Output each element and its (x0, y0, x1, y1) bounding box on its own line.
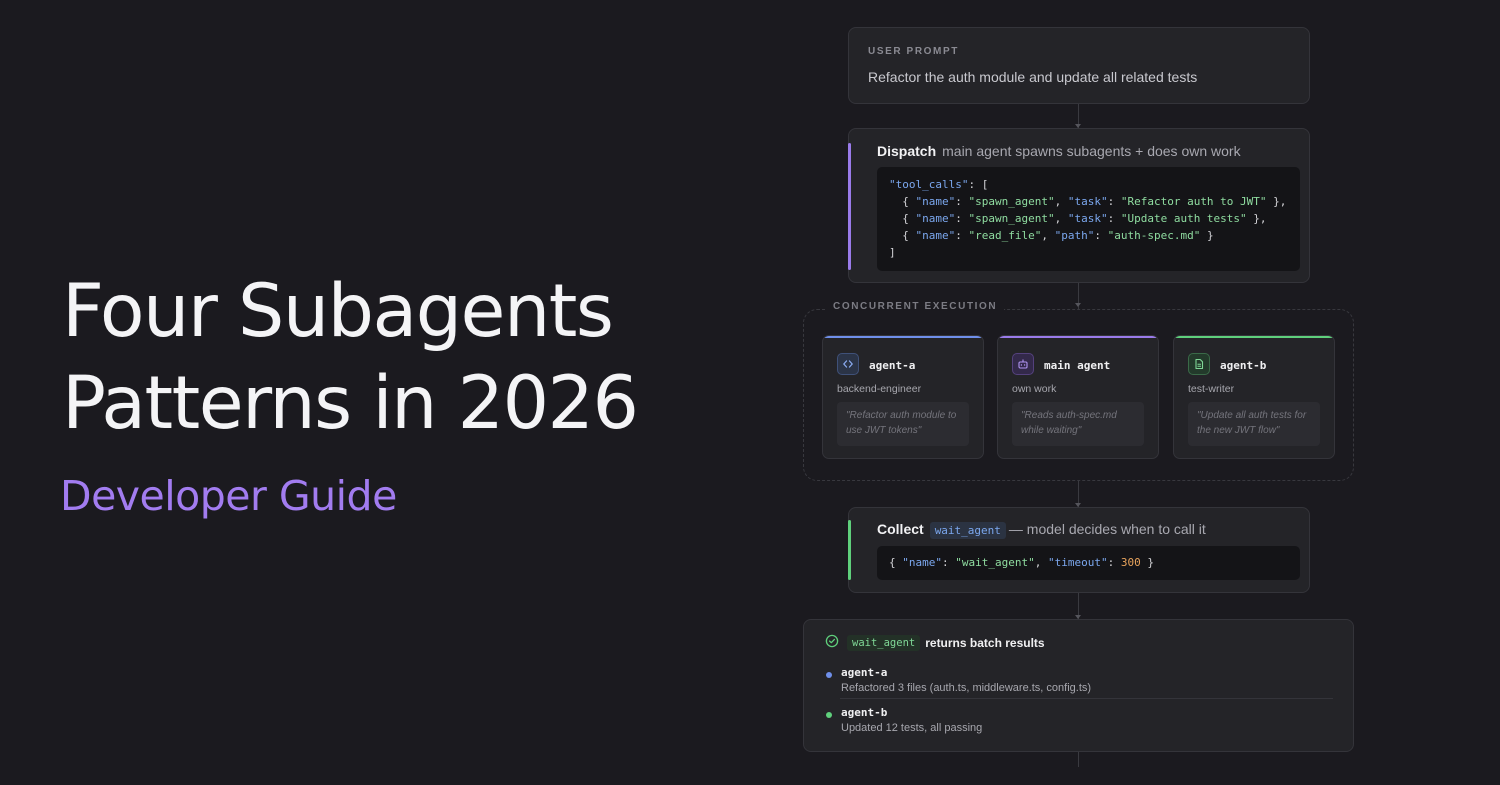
results-card: wait_agent returns batch results agent-a… (803, 619, 1354, 752)
user-prompt-card: USER PROMPT Refactor the auth module and… (848, 27, 1310, 104)
agent-task: "Refactor auth module to use JWT tokens" (837, 402, 969, 446)
agent-name: agent-b (1220, 359, 1267, 372)
status-dot-icon (826, 712, 832, 718)
results-header: wait_agent returns batch results (825, 634, 1045, 651)
dispatch-code-block: "tool_calls": [ { "name": "spawn_agent",… (877, 167, 1300, 271)
code-icon (837, 353, 859, 375)
collect-description: — model decides when to call it (1008, 521, 1206, 537)
agent-name: main agent (1044, 359, 1111, 372)
collect-header: Collect wait_agent — model decides when to… (877, 521, 1206, 539)
result-agent-name: agent-b (841, 706, 888, 719)
dispatch-card: Dispatch main agent spawns subagents + do… (848, 128, 1310, 283)
concurrent-execution-label: CONCURRENT EXECUTION (826, 301, 1005, 312)
results-heading: returns batch results (925, 635, 1045, 650)
robot-icon (1012, 353, 1034, 375)
hero-title-line-2: Patterns in 2026 (62, 361, 639, 446)
hero-subtitle: Developer Guide (60, 472, 397, 520)
result-description: Refactored 3 files (auth.ts, middleware.… (841, 682, 1092, 694)
result-agent-name: agent-a (841, 666, 888, 679)
dispatch-description: main agent spawns subagents + does own w… (942, 143, 1241, 159)
agent-role: test-writer (1188, 383, 1235, 395)
collect-card: Collect wait_agent — model decides when to… (848, 507, 1310, 593)
collect-tool-name: wait_agent (929, 522, 1006, 539)
file-icon (1188, 353, 1210, 375)
dispatch-header: Dispatch main agent spawns subagents + do… (877, 143, 1241, 159)
results-tool-name: wait_agent (847, 634, 921, 651)
user-prompt-text: Refactor the auth module and update all … (868, 69, 1198, 85)
agent-card-agent-a: agent-a backend-engineer "Refactor auth … (822, 335, 984, 459)
results-divider (840, 698, 1333, 699)
agent-task: "Update all auth tests for the new JWT f… (1188, 402, 1320, 446)
dispatch-title: Dispatch (877, 143, 937, 159)
connector-line (1078, 752, 1079, 767)
check-circle-icon (825, 634, 839, 651)
status-dot-icon (826, 672, 832, 678)
agent-card-agent-b: agent-b test-writer "Update all auth tes… (1173, 335, 1335, 459)
hero-title-line-1: Four Subagents (62, 269, 614, 354)
hero-title: Four Subagents Patterns in 2026 (62, 266, 639, 450)
collect-accent-bar (848, 520, 851, 580)
agent-role: own work (1012, 383, 1057, 395)
agent-task: "Reads auth-spec.md while waiting" (1012, 402, 1144, 446)
collect-code-block: { "name": "wait_agent", "timeout": 300 } (877, 546, 1300, 580)
agent-card-main-agent: main agent own work "Reads auth-spec.md … (997, 335, 1159, 459)
result-description: Updated 12 tests, all passing (841, 722, 983, 734)
connector-arrow-icon (1075, 303, 1081, 307)
agent-role: backend-engineer (837, 383, 922, 395)
collect-title: Collect (877, 521, 924, 537)
dispatch-accent-bar (848, 143, 851, 270)
agent-name: agent-a (869, 359, 916, 372)
user-prompt-label: USER PROMPT (868, 46, 959, 57)
